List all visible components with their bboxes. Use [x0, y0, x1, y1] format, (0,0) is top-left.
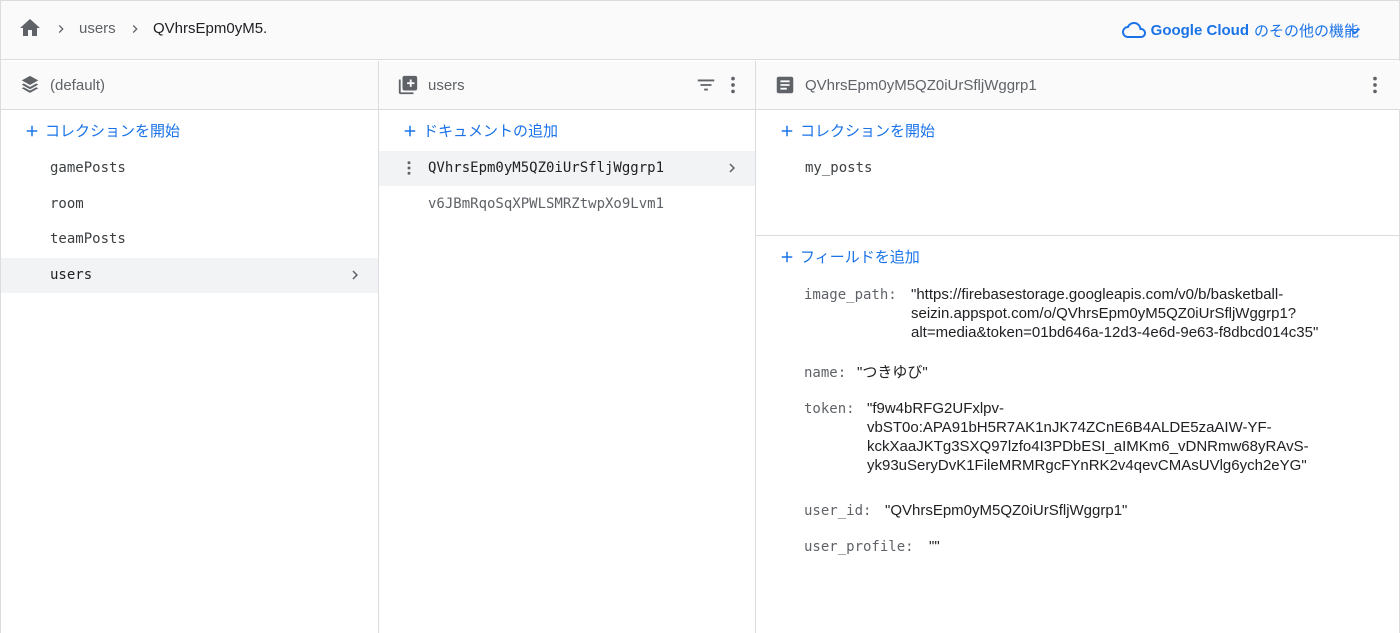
- add-document-label: ドキュメントの追加: [423, 123, 559, 140]
- subcollection-item[interactable]: my_posts: [756, 151, 1400, 186]
- document-panel-title: QVhrsEpm0yM5QZ0iUrSfljWggrp1: [805, 77, 1037, 94]
- add-field-label: フィールドを追加: [800, 249, 920, 266]
- start-collection-button[interactable]: コレクションを開始: [23, 120, 180, 141]
- section-divider: [756, 235, 1400, 236]
- google-cloud-more-features-link[interactable]: Google Cloud のその他の機能: [1121, 18, 1359, 42]
- document-item[interactable]: v6JBmRqoSqXPWLSMRZtwpXo9Lvm1: [379, 187, 755, 222]
- chevron-right-icon: [729, 163, 735, 173]
- collection-item[interactable]: room: [1, 187, 378, 222]
- plus-icon: [26, 125, 38, 136]
- collection-item[interactable]: gamePosts: [1, 151, 378, 186]
- field-value-line: yk93uSeryDvK1FileMRMRgcFYnRK2v4qevCMAsUV…: [867, 457, 1307, 474]
- collection-panel: users ドキュメントの追加 QVhrsEpm0yM5QZ0iUrSfljWg…: [379, 61, 756, 633]
- plus-icon: [404, 125, 416, 136]
- cloud-icon: [1121, 22, 1146, 38]
- firestore-console: users QVhrsEpm0yM5. Google Cloud のその他の機能…: [0, 0, 1400, 633]
- cloud-brand-label: Google Cloud: [1150, 21, 1249, 39]
- root-panel-title: (default): [50, 77, 106, 94]
- field-value-line: "つきゆび": [857, 364, 928, 381]
- start-subcollection-label: コレクションを開始: [800, 123, 936, 140]
- collection-item[interactable]: teamPosts: [1, 222, 378, 257]
- more-vert-icon[interactable]: [400, 159, 418, 177]
- chevron-down-icon[interactable]: [1345, 21, 1365, 41]
- add-document-button[interactable]: ドキュメントの追加: [401, 120, 558, 141]
- document-panel-header: QVhrsEpm0yM5QZ0iUrSfljWggrp1: [756, 61, 1400, 110]
- document-icon: [776, 76, 794, 94]
- field-value-line: "https://firebasestorage.googleapis.com/…: [911, 286, 1284, 303]
- chevron-right-icon: [132, 25, 138, 33]
- field-value-line: "f9w4bRFG2UFxlpv-: [867, 400, 1005, 417]
- collection-panel-title: users: [428, 77, 465, 94]
- breadcrumb-document[interactable]: QVhrsEpm0yM5.: [153, 20, 267, 37]
- chevron-right-icon: [58, 25, 64, 33]
- breadcrumb-users[interactable]: users: [79, 20, 116, 37]
- more-vert-icon[interactable]: [1364, 74, 1386, 96]
- collection-panel-header: users: [379, 61, 755, 110]
- document-item-selected[interactable]: QVhrsEpm0yM5QZ0iUrSfljWggrp1: [379, 151, 755, 186]
- document-panel: QVhrsEpm0yM5QZ0iUrSfljWggrp1 コレクションを開始 m…: [756, 61, 1400, 633]
- plus-icon: [781, 125, 793, 136]
- field-value-line: seizin.appspot.com/o/QVhrsEpm0yM5QZ0iUrS…: [911, 305, 1297, 322]
- root-panel-header: (default): [1, 61, 378, 110]
- field-value-line: "": [929, 538, 940, 555]
- start-collection-label: コレクションを開始: [45, 123, 181, 140]
- home-icon[interactable]: [18, 16, 42, 40]
- field-value-line: alt=media&token=01bd646a-12d3-4e6d-9e63-…: [911, 324, 1319, 341]
- field-value-line: vbST0o:APA91bH5R7AK1nJK74ZCnE6B4ALDE5zaA…: [867, 419, 1272, 436]
- field-value-line: kckXaaJKTg3SXQ97lzfo4I3PDbESI_aIMKm6_vDN…: [867, 438, 1309, 455]
- layers-icon: [21, 75, 39, 93]
- top-bar: users QVhrsEpm0yM5. Google Cloud のその他の機能: [1, 1, 1399, 60]
- more-vert-icon[interactable]: [722, 74, 744, 96]
- collection-item-selected[interactable]: users: [1, 258, 378, 293]
- chevron-right-icon: [352, 270, 358, 280]
- start-subcollection-button[interactable]: コレクションを開始: [778, 120, 935, 141]
- collections-icon: [398, 75, 418, 95]
- field-value-line: "QVhrsEpm0yM5QZ0iUrSfljWggrp1": [885, 502, 1128, 519]
- cloud-suffix-label: のその他の機能: [1253, 22, 1359, 40]
- plus-icon: [781, 251, 793, 262]
- filter-icon[interactable]: [695, 74, 717, 96]
- root-panel: (default) コレクションを開始 gamePosts room teamP…: [1, 61, 379, 633]
- add-field-button[interactable]: フィールドを追加: [778, 246, 920, 267]
